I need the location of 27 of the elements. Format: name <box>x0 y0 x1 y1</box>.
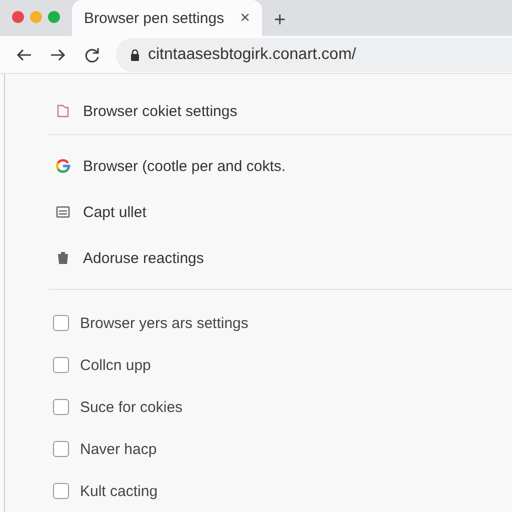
option-label: Suce for cokies <box>80 398 183 416</box>
menu-item[interactable]: Capt ullet <box>83 204 146 220</box>
close-window-button[interactable] <box>12 11 24 23</box>
menu-item[interactable]: Adoruse reactings <box>83 250 204 266</box>
list-icon <box>55 204 71 220</box>
menu-item[interactable]: Browser cokiet settings <box>83 102 238 120</box>
address-bar[interactable]: citntaasesbtogirk.conart.com/ <box>116 38 512 72</box>
option-label: Kult cacting <box>80 482 158 500</box>
google-icon <box>55 158 71 174</box>
tab-close-button[interactable]: × <box>240 8 250 28</box>
option-label: Collcn upp <box>80 356 151 374</box>
tab-title: Browser pen settings <box>84 10 224 26</box>
menu-item[interactable]: Browser (cootle per and cokts. <box>83 158 286 174</box>
checkbox[interactable] <box>53 357 69 373</box>
new-tab-button[interactable]: + <box>274 8 286 32</box>
lock-icon <box>130 48 140 60</box>
trash-icon <box>55 250 71 266</box>
option-label: Browser yers ars settings <box>80 314 248 332</box>
checkbox[interactable] <box>53 399 69 415</box>
minimize-window-button[interactable] <box>30 11 42 23</box>
checkbox[interactable] <box>53 315 69 331</box>
checkbox[interactable] <box>53 441 69 457</box>
maximize-window-button[interactable] <box>48 11 60 23</box>
browser-tab[interactable]: Browser pen settings × <box>72 0 262 36</box>
checkbox[interactable] <box>53 483 69 499</box>
option-label: Naver hacp <box>80 440 157 458</box>
folder-icon <box>55 103 71 119</box>
